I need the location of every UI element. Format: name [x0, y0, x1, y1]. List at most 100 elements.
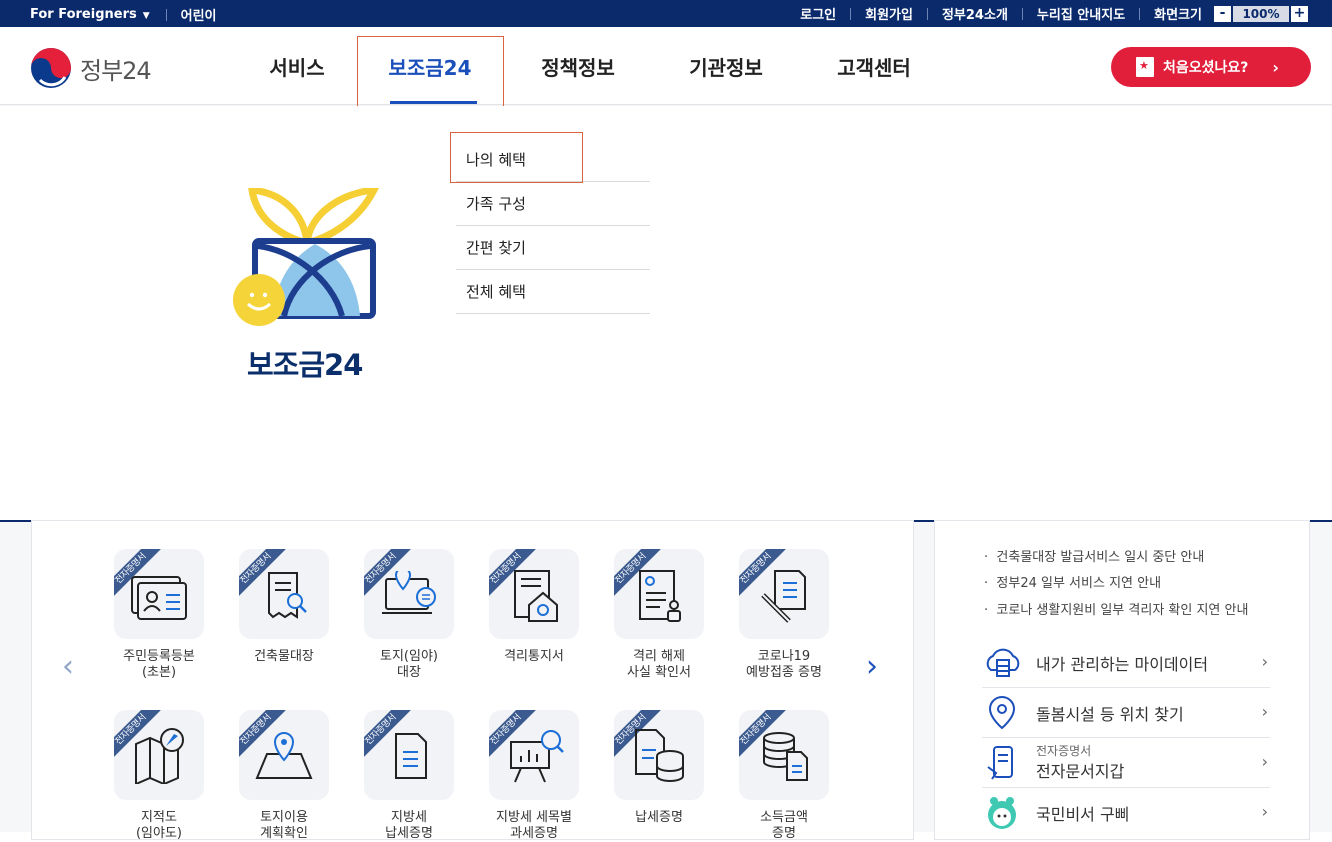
- signup-link[interactable]: 회원가입: [865, 4, 913, 23]
- service-local-tax-payment[interactable]: 전자증명서 지방세 납세증명: [354, 710, 464, 842]
- service-building-register[interactable]: 전자증명서 건축물대장: [229, 549, 339, 665]
- submenu-family[interactable]: 가족 구성: [456, 182, 650, 226]
- map-compass-icon: [135, 728, 184, 784]
- service-tile: 전자증명서: [739, 710, 829, 800]
- nav-services[interactable]: 서비스: [238, 27, 356, 105]
- service-label: 지적도 (임야도): [104, 810, 214, 842]
- service-local-tax-itemized[interactable]: 전자증명서 지방세 세목별 과세증명: [479, 710, 589, 842]
- service-label: 소득금액 증명: [729, 810, 839, 842]
- receipt-search-icon: [268, 572, 307, 619]
- service-tile: 전자증명서: [114, 710, 204, 800]
- quick-link-label: 전자문서지갑: [1036, 761, 1125, 781]
- main-nav: 서비스 보조금24 정책정보 기관정보 고객센터: [238, 27, 948, 105]
- chevron-right-icon: ›: [1261, 802, 1268, 821]
- submenu-all-benefits[interactable]: 전체 혜택: [456, 270, 650, 314]
- service-income-amount[interactable]: 전자증명서 소득금액 증명: [729, 710, 839, 842]
- screen-size-label: 화면크기: [1154, 8, 1202, 23]
- divider: [926, 7, 928, 20]
- label-line1: 격리통지서: [504, 649, 564, 664]
- kids-link[interactable]: 어린이: [181, 5, 217, 24]
- syringe-document-icon: [761, 570, 806, 623]
- nav-customer-center[interactable]: 고객센터: [800, 27, 948, 105]
- notice-text: 정부24 일부 서비스 지연 안내: [996, 576, 1162, 591]
- label-line1: 격리 해제: [633, 649, 685, 664]
- label-line1: 토지(임야): [380, 649, 438, 664]
- service-cadastral-map[interactable]: 전자증명서 지적도 (임야도): [104, 710, 214, 842]
- service-tile: 전자증명서: [739, 549, 829, 639]
- service-tile: 전자증명서: [239, 549, 329, 639]
- bookmark-icon: [1136, 57, 1154, 77]
- service-label: 토지(임야) 대장: [354, 649, 464, 681]
- for-foreigners-label: For Foreigners: [30, 7, 137, 22]
- first-visit-button[interactable]: 처음오셨나요? ›: [1111, 47, 1311, 87]
- zoom-in-button[interactable]: +: [1291, 5, 1308, 22]
- mascot-gubbi-icon: [982, 793, 1022, 833]
- divider: [165, 8, 167, 21]
- quick-link-label: 국민비서 구삐: [1036, 805, 1130, 824]
- label-line2: 사실 확인서: [627, 665, 691, 680]
- service-label: 납세증명: [604, 810, 714, 826]
- service-label: 지방세 세목별 과세증명: [479, 810, 589, 842]
- service-tile: 전자증명서: [364, 710, 454, 800]
- zoom-control: - 100% +: [1214, 5, 1308, 22]
- label-line1: 지적도: [141, 810, 177, 825]
- quick-link-care-facility[interactable]: 돌봄시설 등 위치 찾기 ›: [982, 688, 1270, 738]
- chevron-right-icon: ›: [1272, 57, 1279, 77]
- nav-label: 고객센터: [837, 55, 911, 80]
- gift-box-icon: [233, 188, 379, 326]
- for-foreigners-link[interactable]: For Foreigners ▼: [30, 7, 150, 22]
- id-card-icon: [131, 576, 187, 620]
- service-tax-payment[interactable]: 전자증명서 납세증명: [604, 710, 714, 826]
- quick-link-label: 돌봄시설 등 위치 찾기: [1036, 704, 1184, 724]
- notice-item[interactable]: · 건축물대장 발급서비스 일시 중단 안내: [984, 546, 1204, 565]
- chart-board-search-icon: [510, 730, 564, 783]
- service-tile: 전자증명서: [614, 710, 704, 800]
- document-coins-icon: [635, 729, 684, 782]
- site-logo[interactable]: 정부24: [30, 47, 152, 89]
- zoom-out-button[interactable]: -: [1214, 5, 1231, 22]
- notice-text: 코로나 생활지원비 일부 격리자 확인 지연 안내: [996, 603, 1249, 618]
- about-link[interactable]: 정부24소개: [942, 4, 1008, 23]
- highlight-box-submenu: [450, 132, 583, 183]
- notice-item[interactable]: · 정부24 일부 서비스 지연 안내: [984, 572, 1161, 591]
- login-link[interactable]: 로그인: [800, 4, 836, 23]
- logo-text: 정부24: [80, 56, 152, 85]
- nav-policy-info[interactable]: 정책정보: [504, 27, 652, 105]
- nav-label: 기관정보: [689, 55, 763, 80]
- utility-bar: For Foreigners ▼ 어린이 로그인 회원가입 정부24소개 누리집 …: [0, 0, 1332, 27]
- quick-link-national-secretary[interactable]: 국민비서 구삐 ›: [982, 788, 1270, 838]
- carousel-next-button[interactable]: ›: [866, 649, 878, 684]
- coins-document-icon: [763, 732, 808, 781]
- service-covid-vaccination[interactable]: 전자증명서 코로나19 예방접종 증명: [729, 549, 839, 681]
- notice-item[interactable]: · 코로나 생활지원비 일부 격리자 확인 지연 안내: [984, 599, 1248, 618]
- submenu-quick-find[interactable]: 간편 찾기: [456, 226, 650, 270]
- quick-link-mydata[interactable]: 내가 관리하는 마이데이터 ›: [982, 638, 1270, 688]
- service-tile: 전자증명서: [489, 710, 579, 800]
- service-quarantine-release[interactable]: 전자증명서 격리 해제 사실 확인서: [604, 549, 714, 681]
- label-line1: 코로나19: [757, 649, 811, 664]
- document-stamp-icon: [639, 570, 681, 622]
- label-line2: (임야도): [135, 826, 183, 841]
- quick-link-document-wallet[interactable]: 전자증명서 전자문서지갑 ›: [982, 738, 1270, 788]
- mega-menu: 보조금24 나의 혜택 가족 구성 간편 찾기 전체 혜택: [0, 106, 1332, 520]
- map-pin-icon: [255, 732, 313, 779]
- house-document-icon: [514, 570, 558, 622]
- label-line2: 계획확인: [260, 826, 308, 841]
- nav-label: 서비스: [269, 55, 325, 80]
- service-label: 주민등록등본 (초본): [104, 649, 214, 681]
- service-resident-registration[interactable]: 전자증명서 주민등록등본 (초본): [104, 549, 214, 681]
- nav-agency-info[interactable]: 기관정보: [652, 27, 800, 105]
- sitemap-link[interactable]: 누리집 안내지도: [1037, 4, 1125, 23]
- service-tile: 전자증명서: [614, 549, 704, 639]
- service-tile: 전자증명서: [489, 549, 579, 639]
- notice-text: 건축물대장 발급서비스 일시 중단 안내: [996, 550, 1205, 565]
- taegeuk-logo-icon: [31, 48, 71, 88]
- service-quarantine-notice[interactable]: 전자증명서 격리통지서: [479, 549, 589, 665]
- carousel-prev-button[interactable]: ‹: [62, 649, 74, 684]
- main-content: ‹ › 전자증명서 주민등록등본 (초본) 전자증명서 건축물대장 전자증명서 토…: [0, 520, 1332, 841]
- frequent-services-panel: ‹ › 전자증명서 주민등록등본 (초본) 전자증명서 건축물대장 전자증명서 토…: [31, 520, 914, 842]
- service-land-register[interactable]: 전자증명서 토지(임야) 대장: [354, 549, 464, 681]
- label-line1: 소득금액: [760, 810, 808, 825]
- nav-label: 정책정보: [541, 55, 615, 80]
- service-land-use-plan[interactable]: 전자증명서 토지이용 계획확인: [229, 710, 339, 842]
